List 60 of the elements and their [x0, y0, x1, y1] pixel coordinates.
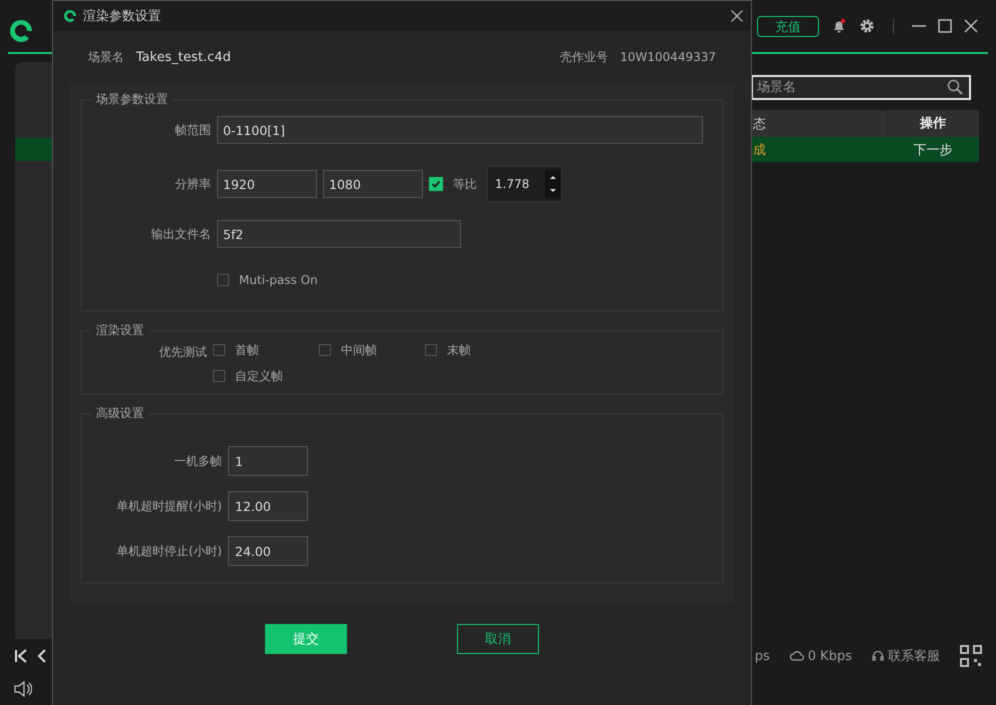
input-field[interactable]: 12.00	[228, 491, 308, 521]
checkbox[interactable]	[213, 344, 225, 356]
checkbox[interactable]	[213, 370, 225, 382]
volume-icon[interactable]	[14, 681, 32, 697]
field-label: 单机超时提醒(小时)	[116, 498, 222, 514]
checkbox[interactable]	[429, 177, 443, 191]
maximize-icon[interactable]	[938, 19, 952, 33]
logo-icon	[8, 18, 34, 44]
input-field[interactable]: 1	[228, 446, 308, 476]
status-text: ps	[754, 648, 770, 664]
table-row[interactable]: 成 下一步	[751, 137, 979, 162]
job-label: 壳作业号	[560, 48, 608, 66]
frame-range-field[interactable]: 0-1100[1]	[217, 116, 703, 144]
group-title: 场景参数设置	[95, 91, 169, 108]
headset-icon	[872, 650, 884, 662]
checkbox-label: Muti-pass On	[239, 273, 318, 287]
width-field[interactable]: 1920	[217, 170, 317, 198]
column-header: 态	[752, 116, 767, 132]
table-cell-text: 成	[752, 142, 767, 158]
group-title: 高级设置	[95, 405, 145, 422]
checkbox-label: 中间帧	[341, 342, 377, 358]
ratio-value: 1.778	[495, 177, 530, 191]
field-label: 一机多帧	[173, 452, 222, 470]
support-link[interactable]: 联系客服	[888, 647, 940, 665]
close-icon[interactable]	[731, 10, 743, 22]
checkbox[interactable]	[425, 344, 437, 356]
output-name-field[interactable]: 5f2	[217, 220, 461, 248]
settings-icon[interactable]	[859, 18, 875, 34]
input-field[interactable]: 24.00	[228, 536, 308, 566]
close-icon[interactable]	[964, 19, 978, 33]
search-icon[interactable]	[947, 79, 963, 95]
checkbox-label: 首帧	[235, 342, 259, 358]
logo-icon	[63, 9, 77, 23]
qr-code-icon[interactable]	[960, 645, 982, 667]
field-label: 单机超时停止(小时)	[116, 542, 222, 560]
speed-text: 0 Kbps	[808, 648, 852, 664]
checkbox-label: 等比	[453, 176, 477, 192]
recharge-button[interactable]: 充值	[757, 16, 819, 36]
group-title: 渲染设置	[95, 322, 145, 339]
checkbox-label: 自定义帧	[235, 368, 283, 384]
checkbox[interactable]	[217, 274, 229, 286]
checkbox[interactable]	[319, 344, 331, 356]
previous-icon[interactable]	[38, 649, 46, 663]
field-label: 分辨率	[174, 176, 211, 192]
field-label: 帧范围	[174, 122, 211, 138]
cloud-icon	[790, 650, 804, 662]
checkbox-label: 末帧	[447, 342, 471, 358]
first-page-icon[interactable]	[14, 649, 28, 663]
scene-name: Takes_test.c4d	[136, 50, 231, 64]
ratio-spinbox[interactable]: 1.778	[487, 166, 562, 202]
scene-label: 场景名	[88, 48, 124, 66]
dialog-title: 渲染参数设置	[83, 8, 162, 25]
bell-icon[interactable]	[831, 18, 847, 34]
table-cell-text: 下一步	[912, 142, 954, 158]
cancel-button[interactable]: 取消	[457, 624, 539, 654]
field-label: 优先测试	[158, 344, 207, 361]
height-field[interactable]: 1080	[323, 170, 423, 198]
search-field[interactable]: 场景名	[751, 75, 971, 100]
field-label: 输出文件名	[150, 226, 211, 242]
job-number: 10W100449337	[620, 50, 716, 64]
